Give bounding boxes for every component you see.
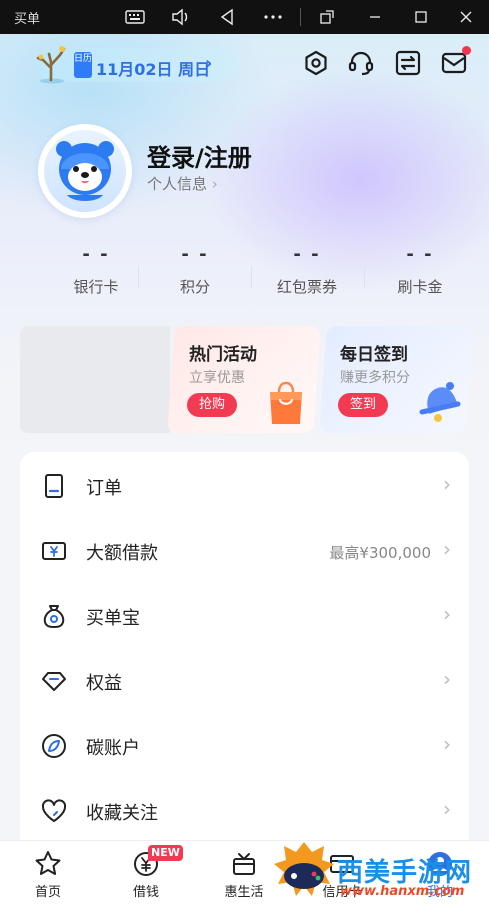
stat-label: 刷卡金 — [397, 278, 443, 296]
calendar-tag: 日历 — [74, 52, 92, 78]
nav-label: 借钱 — [132, 885, 159, 900]
personal-info-link[interactable]: 个人信息 › — [147, 173, 218, 194]
menu-item-favorites[interactable]: 收藏关注 › — [20, 777, 469, 842]
keyboard-icon[interactable] — [124, 6, 146, 28]
money-bag-icon — [40, 602, 68, 630]
menu-label: 买单宝 — [86, 608, 140, 629]
separator — [300, 8, 301, 26]
new-badge: NEW — [148, 845, 183, 861]
carbon-leaf-icon — [40, 732, 68, 760]
order-doc-icon — [40, 472, 68, 500]
customer-service-icon[interactable] — [347, 49, 375, 77]
personal-info-label: 个人信息 — [147, 175, 208, 193]
game-controller-logo-icon — [274, 842, 334, 896]
bell-icon — [419, 382, 461, 422]
stat-coupons[interactable]: - - 红包票券 — [252, 244, 362, 297]
nav-life[interactable]: 惠生活 — [209, 849, 279, 900]
chevron-right-icon: › — [443, 602, 451, 626]
stat-value: - - — [293, 244, 321, 265]
chevron-right-icon: › — [443, 732, 451, 756]
volume-icon[interactable] — [170, 6, 192, 28]
menu-label: 收藏关注 — [86, 803, 158, 824]
shopping-bag-icon — [270, 381, 302, 424]
promo-title: 每日签到 — [340, 345, 408, 365]
menu-label: 碳账户 — [86, 738, 140, 759]
transfer-icon[interactable] — [394, 49, 422, 77]
chevron-right-icon: › — [211, 175, 218, 193]
gift-box-icon — [229, 849, 259, 879]
chevron-right-icon: › — [443, 667, 451, 691]
stat-label: 积分 — [179, 278, 210, 296]
stat-card-cash[interactable]: - - 刷卡金 — [365, 244, 475, 297]
menu-item-maidanbao[interactable]: 买单宝 › — [20, 582, 469, 647]
menu-extra: 最高¥300,000 — [329, 544, 431, 562]
check-in-button[interactable]: 签到 — [338, 393, 388, 417]
chevron-right-icon: › — [443, 537, 451, 561]
promo-banner-placeholder[interactable] — [20, 326, 170, 433]
menu-label: 权益 — [86, 673, 122, 694]
stat-label: 银行卡 — [73, 278, 119, 296]
menu-item-orders[interactable]: 订单 › — [20, 452, 469, 517]
chevron-right-icon: › — [205, 53, 213, 74]
avatar[interactable] — [38, 124, 132, 218]
bear-mascot-icon — [56, 141, 114, 201]
promo-title: 热门活动 — [189, 345, 257, 365]
stat-value: - - — [406, 244, 434, 265]
rotate-icon[interactable] — [316, 6, 338, 28]
menu-item-benefits[interactable]: 权益 › — [20, 647, 469, 712]
heart-icon — [40, 797, 68, 825]
promo-subtitle: 赚更多积分 — [340, 370, 410, 386]
menu-label: 订单 — [86, 478, 122, 499]
nav-label: 首页 — [34, 885, 61, 900]
buy-now-button[interactable]: 抢购 — [187, 393, 237, 417]
login-register-link[interactable]: 登录/注册 — [147, 138, 252, 173]
close-icon[interactable] — [455, 6, 477, 28]
more-icon[interactable] — [262, 6, 284, 28]
stat-points[interactable]: - - 积分 — [140, 244, 250, 297]
tree-icon — [36, 46, 66, 84]
menu-item-large-loan[interactable]: 大额借款 最高¥300,000 › — [20, 517, 469, 582]
stat-value: - - — [181, 244, 209, 265]
nav-label: 惠生活 — [224, 885, 264, 900]
watermark-url: www.hanxm.com — [340, 884, 465, 899]
menu-item-carbon-account[interactable]: 碳账户 › — [20, 712, 469, 777]
nav-home[interactable]: 首页 — [13, 849, 83, 900]
back-triangle-icon[interactable] — [216, 6, 238, 28]
menu-label: 大额借款 — [86, 543, 158, 564]
chevron-right-icon: › — [443, 472, 451, 496]
system-title-bar: 买单 — [0, 0, 489, 34]
minimize-icon[interactable] — [364, 6, 386, 28]
promo-subtitle: 立享优惠 — [189, 370, 245, 386]
star-icon — [33, 849, 63, 879]
chevron-right-icon: › — [443, 797, 451, 821]
maximize-icon[interactable] — [410, 6, 432, 28]
settings-hex-icon[interactable] — [302, 49, 330, 77]
yuan-card-icon — [40, 537, 68, 565]
stat-label: 红包票券 — [276, 278, 337, 296]
stat-value: - - — [82, 244, 110, 265]
window-title: 买单 — [14, 12, 41, 27]
stat-bank-card[interactable]: - - 银行卡 — [41, 244, 151, 297]
date-label[interactable]: 11月02日 周日 — [96, 56, 210, 80]
divider — [138, 266, 139, 288]
diamond-icon — [40, 667, 68, 695]
unread-dot — [462, 46, 471, 55]
